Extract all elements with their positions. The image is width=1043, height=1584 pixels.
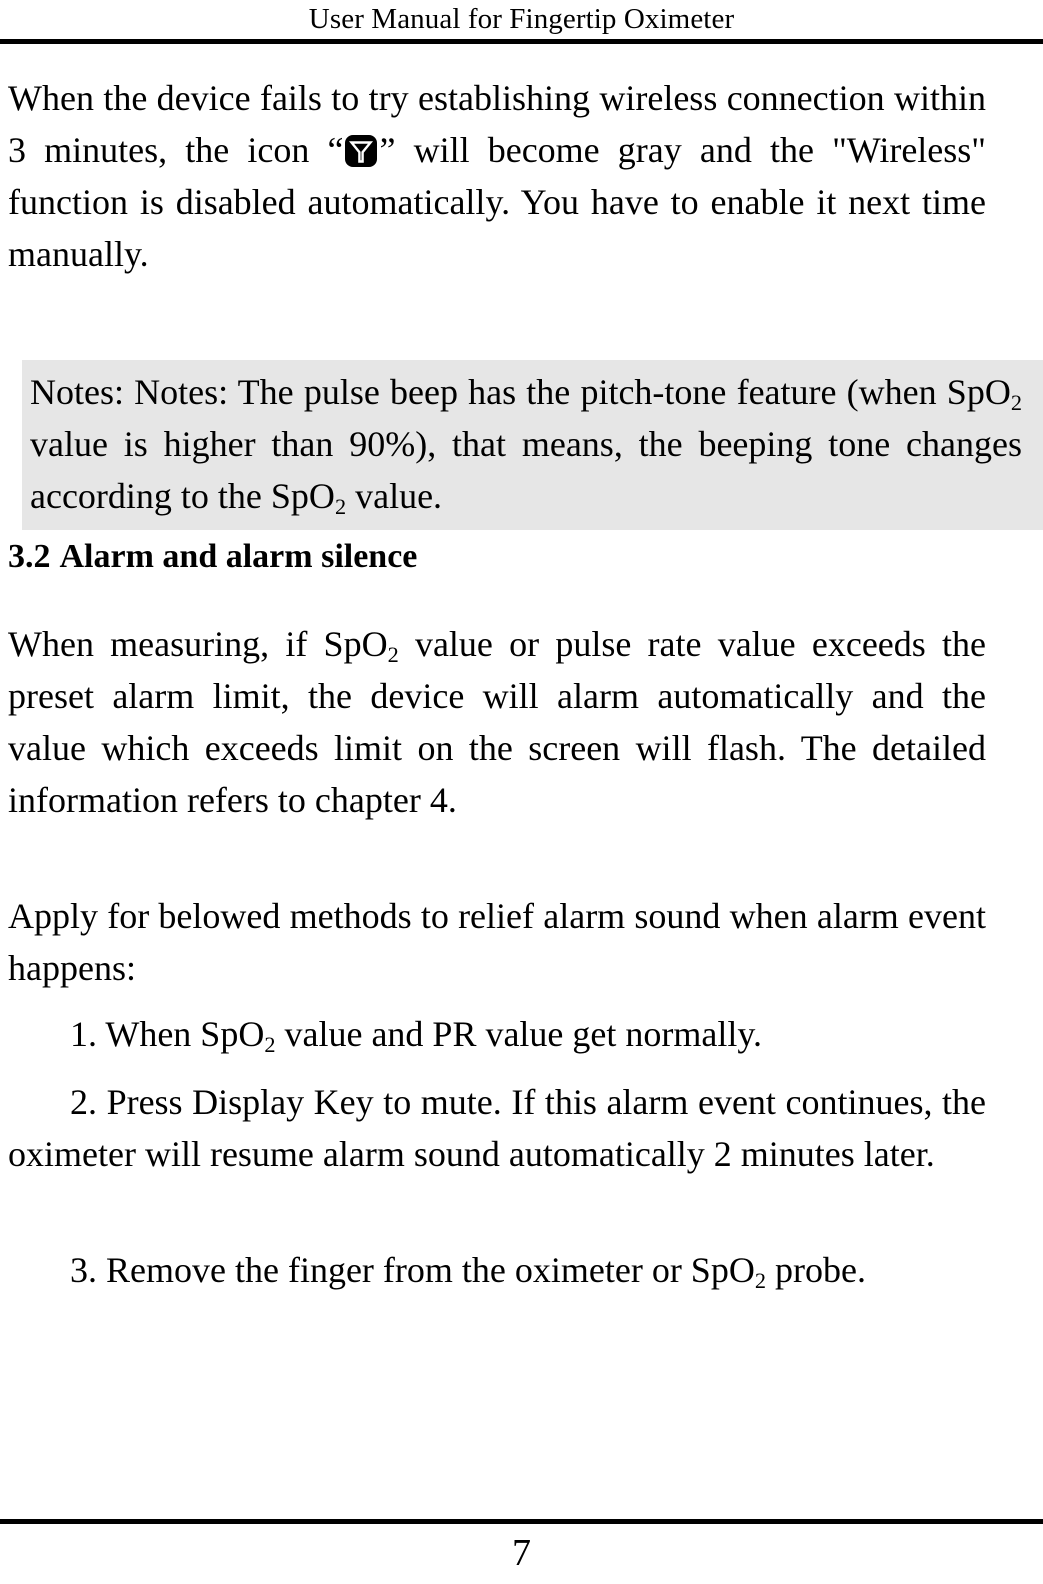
page-number: 7 <box>512 1532 531 1574</box>
header-divider <box>0 39 1043 44</box>
list-item: 1. When SpO2 value and PR value get norm… <box>8 1008 986 1060</box>
notes-text-part-3: value. <box>346 476 443 516</box>
list-item-1-subscript: 2 <box>264 1032 276 1058</box>
list-item-3-part-1: 3. Remove the finger from the oximeter o… <box>70 1250 755 1290</box>
paragraph-alarm-description: When measuring, if SpO2 value or pulse r… <box>8 618 986 826</box>
paragraph-2-part-1: When measuring, if SpO <box>8 624 388 664</box>
notes-callout-box: Notes: Notes: The pulse beep has the pit… <box>22 360 1043 530</box>
notes-text-part-2: value is higher than 90%), that means, t… <box>30 424 1022 516</box>
page-header: User Manual for Fingertip Oximeter <box>0 0 1043 39</box>
section-number: 3.2 <box>8 538 51 575</box>
notes-subscript-1: 2 <box>1010 390 1022 416</box>
paragraph-2-subscript: 2 <box>387 642 399 668</box>
list-item-1-part-2: value and PR value get normally. <box>275 1014 763 1054</box>
list-item-3-part-2: probe. <box>765 1250 866 1290</box>
list-item-2-part-1: 2. Press Display Key to mute. If this al… <box>8 1082 986 1174</box>
list-item-1-part-1: 1. When SpO <box>70 1014 265 1054</box>
header-title: User Manual for Fingertip Oximeter <box>308 3 735 35</box>
section-title: Alarm and alarm silence <box>59 538 418 575</box>
notes-text: Notes: Notes: The pulse beep has the pit… <box>30 366 1022 522</box>
paragraph-methods-intro: Apply for belowed methods to relief alar… <box>8 896 986 988</box>
notes-subscript-2: 2 <box>334 494 347 520</box>
document-page: User Manual for Fingertip Oximeter When … <box>0 0 1043 1584</box>
paragraph-wireless-timeout: When the device fails to try establishin… <box>8 72 986 280</box>
footer-divider <box>0 1519 1043 1524</box>
list-item: 2. Press Display Key to mute. If this al… <box>8 1076 986 1180</box>
page-footer: 7 <box>0 1528 1043 1578</box>
section-heading: 3.2 Alarm and alarm silence <box>8 535 417 579</box>
list-item: 3. Remove the finger from the oximeter o… <box>8 1244 986 1296</box>
notes-text-part-1: Notes: Notes: The pulse beep has the pit… <box>30 372 1011 412</box>
list-item-3-subscript: 2 <box>754 1268 766 1294</box>
wireless-antenna-icon <box>344 134 378 168</box>
body-content: When the device fails to try establishin… <box>8 72 986 280</box>
